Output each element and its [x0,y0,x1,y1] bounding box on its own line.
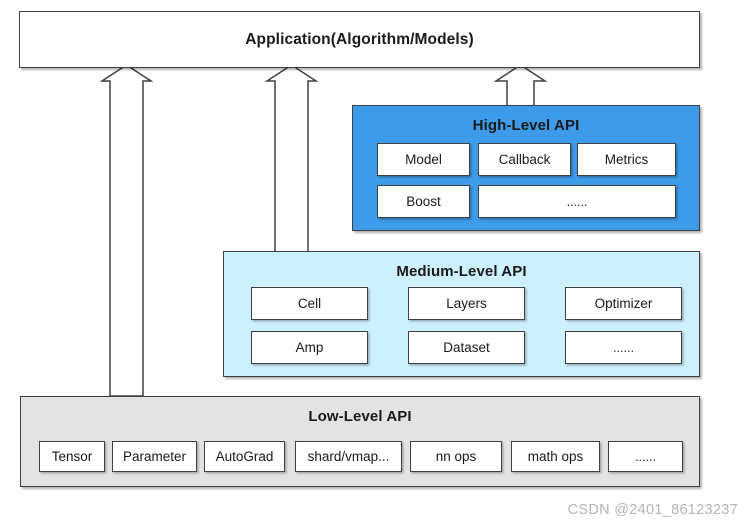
low-level-item-math-ops: math ops [511,441,600,472]
high-level-item-model: Model [377,143,470,176]
high-level-item-metrics: Metrics [577,143,676,176]
medium-level-item-layers: Layers [408,287,525,320]
medium-level-item-optimizer: Optimizer [565,287,682,320]
medium-level-api-title: Medium-Level API [396,263,527,280]
low-level-item-autograd: AutoGrad [204,441,285,472]
medium-level-item-more: ...... [565,331,682,364]
low-level-item-nn-ops: nn ops [410,441,502,472]
medium-level-item-amp: Amp [251,331,368,364]
low-level-api-title: Low-Level API [308,408,412,425]
medium-level-item-cell: Cell [251,287,368,320]
high-level-api-layer: High-Level API Model Callback Metrics Bo… [352,105,700,231]
arrow-high-level-to-application [493,64,548,109]
low-level-item-more: ...... [608,441,683,472]
architecture-diagram: Application(Algorithm/Models) High-Level… [0,0,750,524]
high-level-item-more: ...... [478,185,676,218]
low-level-api-layer: Low-Level API Tensor Parameter AutoGrad … [20,396,700,487]
high-level-item-boost: Boost [377,185,470,218]
low-level-item-tensor: Tensor [39,441,105,472]
application-layer: Application(Algorithm/Models) [19,11,700,68]
low-level-item-parameter: Parameter [112,441,197,472]
high-level-item-callback: Callback [478,143,571,176]
medium-level-api-layer: Medium-Level API Cell Layers Optimizer A… [223,251,700,377]
medium-level-item-dataset: Dataset [408,331,525,364]
arrow-medium-level-to-application [264,64,319,254]
watermark-text: CSDN @2401_86123237 [567,502,738,518]
high-level-api-title: High-Level API [472,117,580,134]
application-title: Application(Algorithm/Models) [245,31,474,48]
arrow-low-level-to-application [99,64,154,397]
low-level-item-shard-vmap: shard/vmap... [295,441,402,472]
